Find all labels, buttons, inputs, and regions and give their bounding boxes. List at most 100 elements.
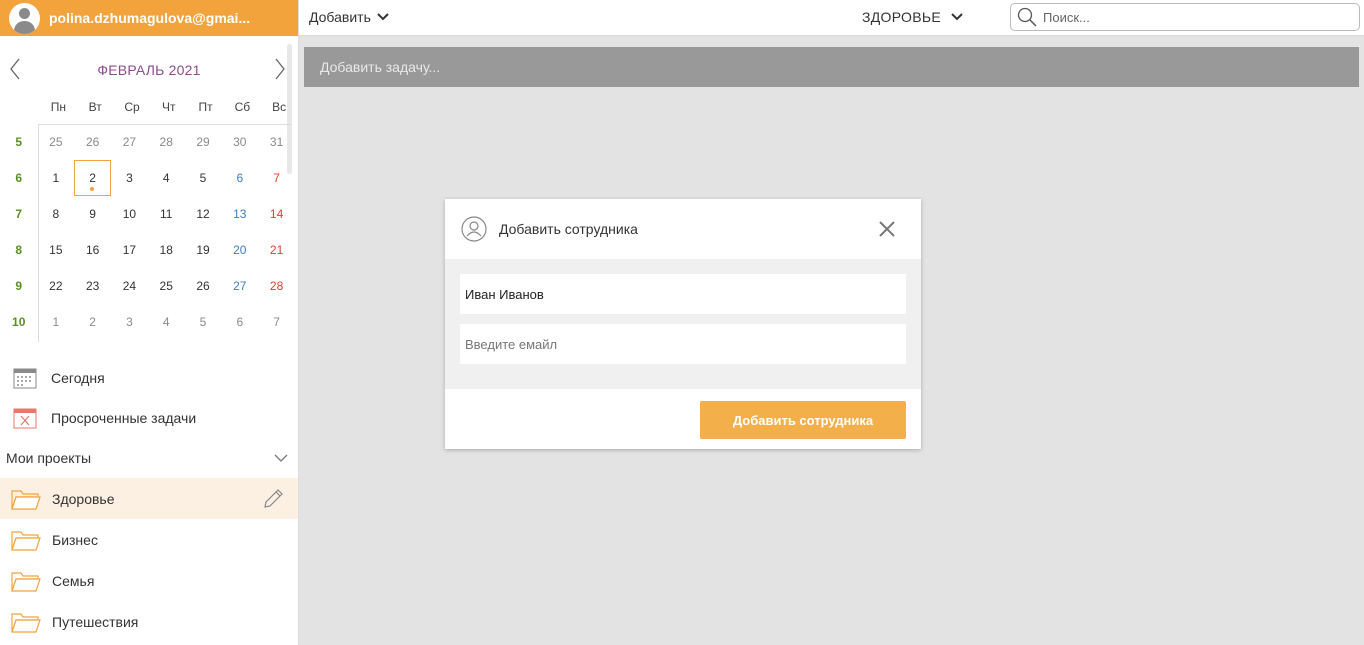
calendar-day[interactable]: 22 [37,268,74,304]
add-employee-dialog: Добавить сотрудника Добавить сотрудника [445,199,921,449]
calendar-day[interactable]: 10 [111,196,148,232]
calendar-day[interactable]: 28 [258,268,295,304]
calendar-day[interactable]: 26 [185,268,222,304]
add-menu[interactable]: Добавить [309,9,389,25]
calendar-day[interactable]: 26 [74,124,111,160]
add-task-input[interactable]: Добавить задачу... [304,47,1359,87]
search-input[interactable] [1043,9,1343,25]
weekday-label: Чт [162,100,176,114]
calendar-week-row: 10 1 2 3 4 5 6 7 [0,304,295,340]
calendar-day[interactable]: 9 [74,196,111,232]
add-employee-button[interactable]: Добавить сотрудника [700,401,906,439]
project-label: Здоровье [52,490,115,507]
calendar-day[interactable]: 25 [37,124,74,160]
project-selector-label: ЗДОРОВЬЕ [862,9,942,25]
calendar-day[interactable]: 7 [258,304,295,340]
weekday-label: Вт [88,100,102,114]
calendar-day[interactable]: 5 [185,160,222,196]
weekday-label: Пт [198,100,213,114]
folder-icon [11,571,41,592]
calendar-day[interactable]: 28 [148,124,185,160]
project-item-travel[interactable]: Путешествия [0,601,298,642]
calendar-weekdays: Пн Вт Ср Чт Пт Сб Вс [40,100,298,114]
calendar-day[interactable]: 1 [37,304,74,340]
calendar-day[interactable]: 13 [221,196,258,232]
calendar-day[interactable]: 6 [221,304,258,340]
nav-overdue-label: Просроченные задачи [51,410,197,426]
project-label: Бизнес [52,531,98,548]
calendar-week-row: 5 25 26 27 28 29 30 31 [0,124,295,160]
email-field[interactable] [460,324,906,364]
calendar-day[interactable]: 5 [185,304,222,340]
calendar-month-title: ФЕВРАЛЬ 2021 [97,62,201,78]
project-label: Семья [52,572,95,589]
calendar-day[interactable]: 27 [221,268,258,304]
avatar[interactable] [9,2,40,34]
close-icon[interactable] [879,221,895,237]
project-item-business[interactable]: Бизнес [0,519,298,560]
name-field[interactable] [460,274,906,314]
week-number[interactable]: 6 [0,171,37,185]
projects-header[interactable]: Мои проекты [6,446,288,470]
calendar-day[interactable]: 7 [258,160,295,196]
overdue-calendar-icon [13,408,37,429]
user-email[interactable]: polina.dzhumagulova@gmai... [49,10,250,26]
calendar-day[interactable]: 1 [37,160,74,196]
week-number[interactable]: 7 [0,207,37,221]
calendar-week-row: 8 15 16 17 18 19 20 21 [0,232,295,268]
calendar-day[interactable]: 12 [185,196,222,232]
weekday-label: Пн [50,100,67,114]
chevron-down-icon[interactable] [274,454,288,462]
search-box[interactable] [1010,3,1360,31]
calendar-day-today[interactable]: 2 [74,160,112,196]
calendar-day[interactable]: 18 [148,232,185,268]
weekday-label: Вс [272,100,287,114]
search-icon [1017,7,1037,27]
calendar-day[interactable]: 21 [258,232,295,268]
weekday-label: Сб [234,100,251,114]
calendar-day[interactable]: 24 [111,268,148,304]
calendar-day[interactable]: 17 [111,232,148,268]
weekday-label: Ср [124,100,140,114]
nav-overdue[interactable]: Просроченные задачи [0,398,298,438]
calendar-day[interactable]: 14 [258,196,295,232]
calendar-day[interactable]: 11 [148,196,185,232]
calendar-day[interactable]: 30 [221,124,258,160]
week-number[interactable]: 9 [0,279,37,293]
folder-icon [11,612,41,633]
calendar-day[interactable]: 4 [148,160,185,196]
calendar-day[interactable]: 2 [74,304,111,340]
chevron-right-icon[interactable] [274,58,286,80]
calendar-day[interactable]: 25 [148,268,185,304]
project-selector[interactable]: ЗДОРОВЬЕ [862,9,963,25]
week-number[interactable]: 5 [0,135,37,149]
calendar-day[interactable]: 3 [111,304,148,340]
calendar-day[interactable]: 31 [258,124,295,160]
calendar-day[interactable]: 23 [74,268,111,304]
chevron-down-icon [951,13,963,21]
calendar-day[interactable]: 8 [37,196,74,232]
calendar-day[interactable]: 4 [148,304,185,340]
project-item-health[interactable]: Здоровье [0,478,298,519]
add-menu-label: Добавить [309,9,371,25]
project-item-family[interactable]: Семья [0,560,298,601]
calendar-day[interactable]: 3 [111,160,148,196]
calendar-day[interactable]: 15 [37,232,74,268]
project-label: Путешествия [52,613,139,630]
week-number[interactable]: 8 [0,243,37,257]
folder-icon [11,489,41,510]
calendar-day[interactable]: 27 [111,124,148,160]
dialog-title: Добавить сотрудника [499,221,638,237]
projects-heading: Мои проекты [6,450,92,466]
calendar-day[interactable]: 19 [185,232,222,268]
chevron-down-icon [377,13,389,21]
pencil-icon[interactable] [262,488,284,510]
week-number[interactable]: 10 [0,315,37,329]
calendar-day[interactable]: 29 [185,124,222,160]
calendar-day[interactable]: 6 [221,160,258,196]
calendar-day[interactable]: 16 [74,232,111,268]
sidebar: polina.dzhumagulova@gmai... ФЕВРАЛЬ 2021… [0,0,299,645]
user-bar[interactable]: polina.dzhumagulova@gmai... [0,0,298,36]
calendar-day[interactable]: 20 [221,232,258,268]
nav-today[interactable]: Сегодня [0,358,298,398]
